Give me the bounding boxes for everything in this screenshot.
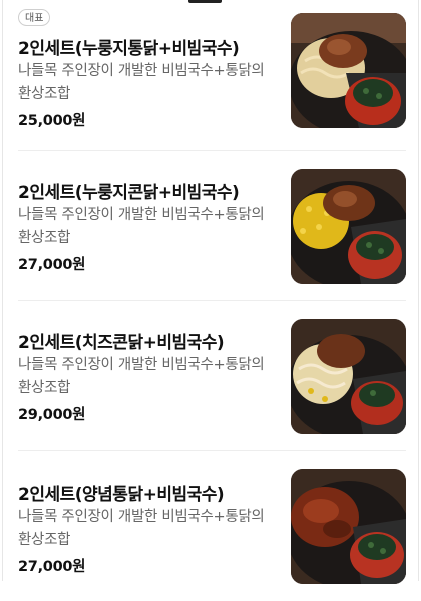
menu-item-name: 2인세트(누룽지콘닭+비빔국수)	[18, 183, 240, 203]
menu-item[interactable]: 2인세트(치즈콘닭+비빔국수) 나들목 주인장이 개발한 비빔국수+통닭의 환상…	[0, 301, 421, 451]
menu-item-price: 27,000원	[18, 559, 86, 575]
menu-item-price: 27,000원	[18, 257, 86, 273]
menu-item-name: 2인세트(양념통닭+비빔국수)	[18, 485, 225, 505]
menu-item-price: 25,000원	[18, 113, 86, 129]
menu-item-photo[interactable]	[291, 469, 406, 584]
menu-item-description: 나들목 주인장이 개발한 비빔국수+통닭의 환상조합	[18, 207, 265, 246]
menu-item[interactable]: 2인세트(누룽지콘닭+비빔국수) 나들목 주인장이 개발한 비빔국수+통닭의 환…	[0, 151, 421, 301]
menu-item-photo[interactable]	[291, 13, 406, 128]
menu-item-description: 나들목 주인장이 개발한 비빔국수+통닭의 환상조합	[18, 357, 265, 396]
menu-item[interactable]: 2인세트(양념통닭+비빔국수) 나들목 주인장이 개발한 비빔국수+통닭의 환상…	[0, 451, 421, 601]
menu-item-photo[interactable]	[291, 319, 406, 434]
menu-item-description: 나들목 주인장이 개발한 비빔국수+통닭의 환상조합	[18, 63, 265, 102]
menu-item-photo[interactable]	[291, 169, 406, 284]
menu-item-name: 2인세트(누룽지통닭+비빔국수)	[18, 39, 240, 59]
menu-item-name: 2인세트(치즈콘닭+비빔국수)	[18, 333, 225, 353]
menu-item-price: 29,000원	[18, 407, 86, 423]
menu-item-description: 나들목 주인장이 개발한 비빔국수+통닭의 환상조합	[18, 509, 265, 548]
representative-badge: 대표	[18, 9, 51, 26]
menu-item[interactable]: 대표 2인세트(누룽지통닭+비빔국수) 나들목 주인장이 개발한 비빔국수+통닭…	[0, 0, 421, 150]
